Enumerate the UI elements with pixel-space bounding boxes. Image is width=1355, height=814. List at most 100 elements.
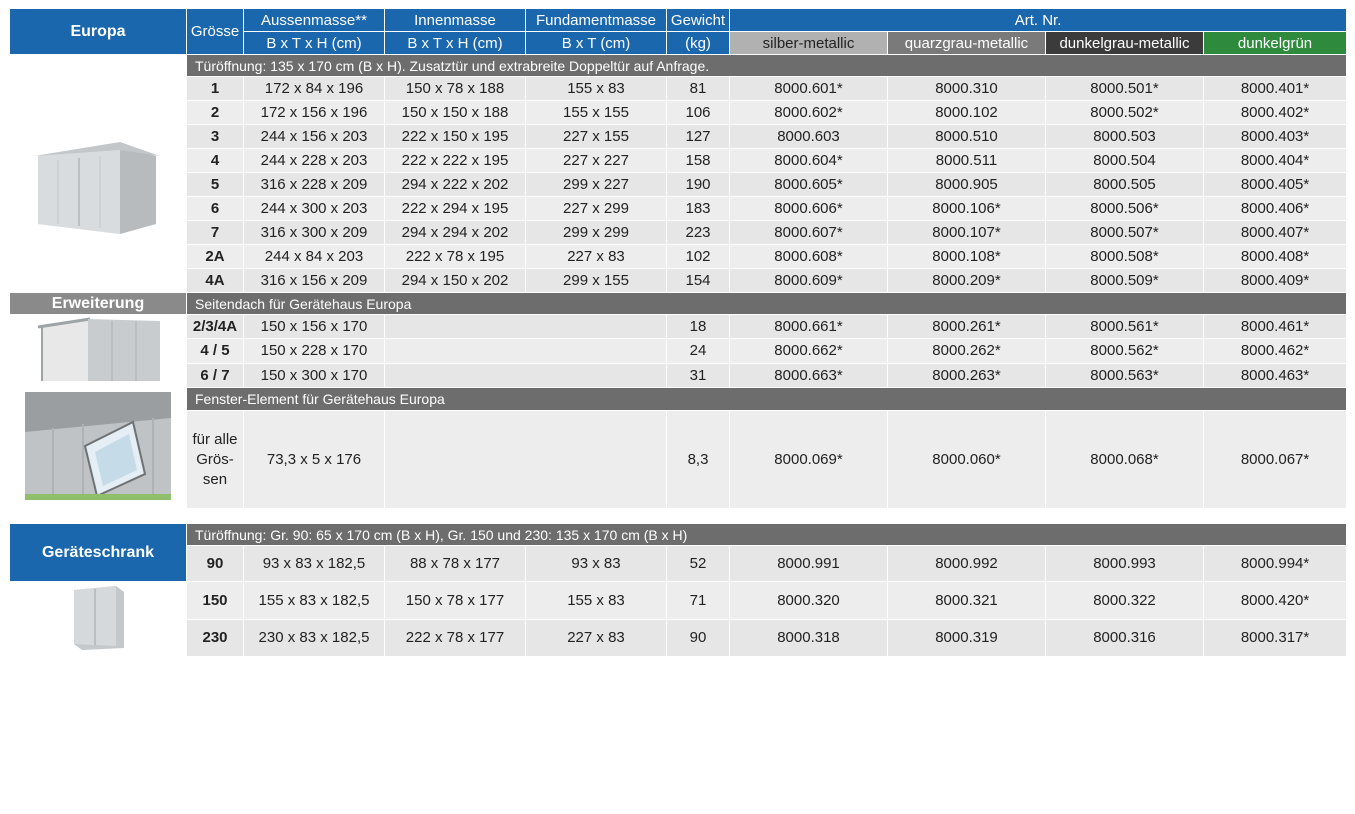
table-cell: 183 (666, 196, 730, 221)
table-cell: 8000.501* (1045, 76, 1204, 101)
table-row: 6 244 x 300 x 203 222 x 294 x 195 227 x … (10, 196, 1348, 221)
europa-note-row: Türöffnung: 135 x 170 cm (B x H). Zusatz… (9, 54, 1348, 77)
table-cell: 6 (186, 196, 244, 221)
table-cell: 8,3 (666, 410, 730, 509)
table-cell: 8000.504 (1045, 148, 1204, 173)
table-cell: 8000.511 (887, 148, 1046, 173)
table-row: 4 / 5 150 x 228 x 170 24 8000.662* 8000.… (10, 338, 1348, 364)
table-cell: 244 x 84 x 203 (243, 244, 385, 269)
page: { "header": { "section_main": "Europa", … (0, 0, 1355, 814)
table-cell: 8000.601* (729, 76, 888, 101)
table-cell: 4A (186, 268, 244, 293)
table-cell: 222 x 150 x 195 (384, 124, 526, 149)
table-row: 2A 244 x 84 x 203 222 x 78 x 195 227 x 8… (10, 244, 1348, 269)
table-cell: 8000.108* (887, 244, 1046, 269)
table-cell: 8000.107* (887, 220, 1046, 245)
unit-innenmasse: B x T x H (cm) (384, 31, 526, 55)
table-cell: 227 x 83 (525, 618, 667, 657)
table-cell: 223 (666, 220, 730, 245)
col-header-fundamentmasse: Fundamentmasse (525, 8, 667, 32)
table-cell: 8000.502* (1045, 100, 1204, 125)
col-header-innenmasse: Innenmasse (384, 8, 526, 32)
erweiterung-note: Seitendach für Gerätehaus Europa (185, 292, 1348, 315)
table-cell: 8000.403* (1202, 124, 1348, 149)
table-cell: 8000.607* (729, 220, 888, 245)
table-cell: 190 (666, 172, 730, 197)
header-row-1: Europa Grösse Aussenmasse** Innenmasse F… (9, 8, 1348, 55)
table-cell: 230 x 83 x 182,5 (243, 618, 385, 657)
table-cell: 150 x 78 x 177 (384, 581, 526, 620)
col-header-artnr: Art. Nr. (728, 8, 1348, 32)
table-cell: 316 x 228 x 209 (243, 172, 385, 197)
table-cell: 294 x 294 x 202 (384, 220, 526, 245)
table-row: 90 93 x 83 x 182,5 88 x 78 x 177 93 x 83… (10, 545, 1348, 582)
table-cell: 299 x 155 (525, 268, 667, 293)
table-row: 1 172 x 84 x 196 150 x 78 x 188 155 x 83… (9, 76, 1348, 293)
table-cell: 316 x 300 x 209 (243, 220, 385, 245)
table-row: 2 172 x 156 x 196 150 x 150 x 188 155 x … (10, 100, 1348, 125)
table-cell: 8000.407* (1202, 220, 1348, 245)
table-cell: 8000.401* (1202, 76, 1348, 101)
table-cell: 8000.608* (729, 244, 888, 269)
table-cell: 8000.563* (1045, 362, 1204, 389)
table-cell: 155 x 83 x 182,5 (243, 581, 385, 620)
table-cell: 8000.994* (1202, 545, 1348, 582)
table-cell: 8000.261* (887, 313, 1046, 340)
table-cell: 155 x 83 (525, 76, 667, 101)
table-cell: 8000.663* (729, 362, 888, 389)
table-cell: 93 x 83 (525, 545, 667, 582)
table-cell: 8000.602* (729, 100, 888, 125)
table-cell: 8000.316 (1045, 618, 1204, 657)
table-cell: 299 x 227 (525, 172, 667, 197)
table-cell: 88 x 78 x 177 (384, 545, 526, 582)
table-cell: 8000.509* (1045, 268, 1204, 293)
table-cell: 8000.060* (887, 410, 1046, 509)
table-cell: 106 (666, 100, 730, 125)
table-cell: 8000.319 (887, 618, 1046, 657)
table-cell: 8000.507* (1045, 220, 1204, 245)
table-cell: 8000.402* (1202, 100, 1348, 125)
table-cell: 8000.318 (729, 618, 888, 657)
erweiterung-note-row: Erweiterung Seitendach für Gerätehaus Eu… (9, 292, 1348, 315)
table-cell: 8000.510 (887, 124, 1046, 149)
table-cell: 8000.463* (1202, 362, 1348, 389)
table-cell: 244 x 228 x 203 (243, 148, 385, 173)
table-cell: 150 x 228 x 170 (243, 338, 385, 364)
table-cell: 150 x 300 x 170 (243, 362, 385, 389)
table-cell: 244 x 156 x 203 (243, 124, 385, 149)
table-cell: 150 x 150 x 188 (384, 100, 526, 125)
table-cell: 222 x 78 x 195 (384, 244, 526, 269)
geraeteschrank-image (9, 581, 187, 657)
table-cell: 31 (666, 362, 730, 389)
table-cell: 8000.106* (887, 196, 1046, 221)
fenster-note: Fenster-Element für Gerätehaus Europa (185, 386, 1348, 412)
table-cell: 8000.322 (1045, 581, 1204, 620)
unit-gewicht: (kg) (666, 31, 730, 55)
table-cell: 222 x 78 x 177 (384, 618, 526, 657)
table-cell: 8000.604* (729, 148, 888, 173)
table-cell: 8000.993 (1045, 545, 1204, 582)
table-cell: 8000.462* (1202, 338, 1348, 364)
table-cell: 155 x 83 (525, 581, 667, 620)
table-cell: 8000.662* (729, 338, 888, 364)
color-header-silber: silber-metallic (729, 31, 888, 55)
table-cell: 230 (186, 618, 244, 657)
table-cell: 222 x 222 x 195 (384, 148, 526, 173)
schrank-note-row: Geräteschrank Türöffnung: Gr. 90: 65 x 1… (9, 523, 1348, 582)
table-cell: 8000.310 (887, 76, 1046, 101)
table-cell: 4 (186, 148, 244, 173)
unit-fundamentmasse: B x T (cm) (525, 31, 667, 55)
table-cell: 8000.503 (1045, 124, 1204, 149)
table-cell: 299 x 299 (525, 220, 667, 245)
table-cell: 8000.420* (1202, 581, 1348, 620)
table-cell: 8000.605* (729, 172, 888, 197)
table-cell: 90 (186, 545, 244, 582)
seitendach-image (9, 314, 187, 388)
table-cell: 244 x 300 x 203 (243, 196, 385, 221)
table-cell: 2/3/4A (186, 313, 244, 340)
table-cell: 81 (666, 76, 730, 101)
table-row: 150 155 x 83 x 182,5 150 x 78 x 177 155 … (9, 581, 1348, 657)
table-cell: 8000.461* (1202, 313, 1348, 340)
table-cell: 8000.505 (1045, 172, 1204, 197)
table-cell: 8000.263* (887, 362, 1046, 389)
